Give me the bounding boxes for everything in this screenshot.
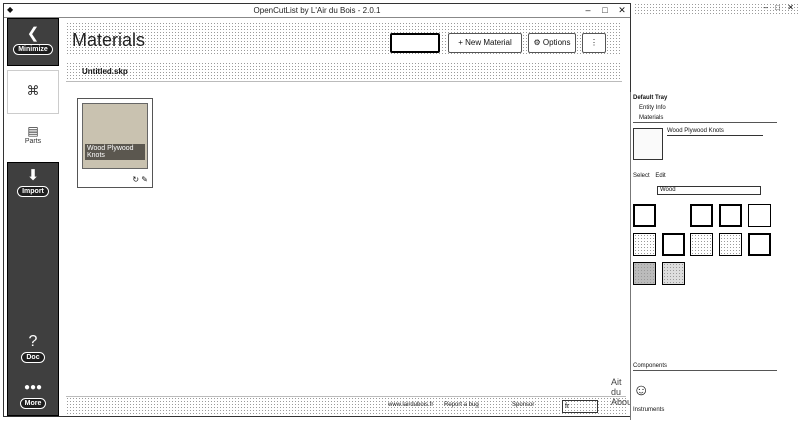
material-thumbnail: Wood Plywood Knots	[82, 103, 148, 169]
material-swatch-5[interactable]	[633, 233, 656, 256]
material-preview	[633, 128, 663, 160]
maximize-icon[interactable]: □	[775, 3, 780, 12]
close-window-button[interactable]: ✕	[614, 4, 630, 17]
components-panel-header[interactable]: Components	[633, 362, 777, 371]
more-menu-button[interactable]: ⋮	[582, 33, 606, 53]
material-swatch-8[interactable]	[719, 233, 742, 256]
tab-parts[interactable]: ▤ Parts	[7, 116, 59, 160]
material-swatch-4[interactable]	[748, 204, 771, 227]
minimize-window-button[interactable]: –	[580, 4, 596, 17]
file-name: Untitled.skp	[82, 67, 128, 76]
instruments-panel-header[interactable]: Instruments	[633, 406, 777, 415]
sponsor-link[interactable]: Sponsor	[512, 402, 534, 408]
minimize-icon[interactable]: –	[764, 3, 768, 12]
select-tab[interactable]: Select	[633, 173, 650, 179]
library-select[interactable]: Wood	[657, 186, 761, 195]
material-swatch-3[interactable]	[719, 204, 742, 227]
material-swatch-7[interactable]	[690, 233, 713, 256]
sketchup-toolbar-strip: – □ ✕	[634, 3, 798, 15]
material-swatch-2[interactable]	[690, 204, 713, 227]
chevron-left-icon: ❮	[26, 25, 40, 42]
more-button[interactable]: ●●● More	[11, 380, 55, 409]
tab-cutlist[interactable]: ⌘	[7, 70, 59, 114]
entity-info-panel[interactable]: Entity Info	[633, 104, 777, 113]
refresh-icon[interactable]: ↻	[132, 175, 139, 184]
material-swatch-1[interactable]	[633, 204, 656, 227]
main-content: Materials + New Material ⚙ Options ⋮ Unt…	[62, 18, 635, 416]
options-button[interactable]: ⚙ Options	[528, 33, 576, 53]
material-name: Wood Plywood Knots	[85, 144, 145, 160]
material-swatch-6[interactable]	[662, 233, 685, 256]
report-bug-link[interactable]: Report a bug	[444, 402, 479, 408]
import-button[interactable]: ⬇ Import	[11, 168, 55, 197]
close-icon[interactable]: ✕	[787, 3, 794, 12]
cutlist-icon: ⌘	[26, 83, 40, 98]
parts-icon: ▤	[27, 124, 39, 138]
page-title: Materials	[72, 30, 146, 50]
edit-icon[interactable]: ✎	[141, 175, 148, 184]
header-bar: Materials + New Material ⚙ Options ⋮	[66, 22, 622, 56]
edit-tab[interactable]: Edit	[655, 173, 665, 179]
title-bar: ◆ OpenCutList by L'Air du Bois - 2.0.1 –…	[4, 4, 630, 18]
minimize-button[interactable]: ❮ Minimize	[11, 26, 55, 55]
materials-panel-header[interactable]: Materials	[633, 114, 777, 123]
language-select[interactable]: fr	[562, 400, 598, 413]
website-link[interactable]: www.lairdubois.fr	[388, 402, 433, 408]
sidebar-dark-section	[7, 162, 59, 416]
material-swatch-9[interactable]	[748, 233, 771, 256]
material-name-field[interactable]: Wood Plywood Knots	[667, 128, 763, 136]
search-field[interactable]	[390, 33, 440, 53]
sidebar: ❮ Minimize ⌘ ▤ Parts ⬇ Import ? Doc ●●● …	[4, 18, 62, 416]
ellipsis-icon: ●●●	[23, 382, 43, 393]
tray-title: Default Tray	[633, 95, 668, 101]
import-icon: ⬇	[26, 167, 40, 184]
opencutlist-window: ◆ OpenCutList by L'Air du Bois - 2.0.1 –…	[3, 3, 635, 417]
maximize-window-button[interactable]: □	[597, 4, 613, 17]
file-bar: Untitled.skp	[66, 62, 622, 82]
help-icon: ?	[28, 333, 38, 350]
doc-button[interactable]: ? Doc	[11, 334, 55, 363]
person-icon: ☺	[633, 382, 650, 399]
window-title: OpenCutList by L'Air du Bois - 2.0.1	[253, 6, 381, 15]
new-material-button[interactable]: + New Material	[448, 33, 522, 53]
footer: www.lairdubois.fr Report a bug Sponsor f…	[66, 377, 635, 414]
material-card[interactable]: Wood Plywood Knots ↻ ✎	[77, 98, 153, 188]
default-tray: Default Tray Entity Info Materials Wood …	[630, 92, 780, 420]
material-swatch-11[interactable]	[662, 262, 685, 285]
material-swatch-10[interactable]	[633, 262, 656, 285]
